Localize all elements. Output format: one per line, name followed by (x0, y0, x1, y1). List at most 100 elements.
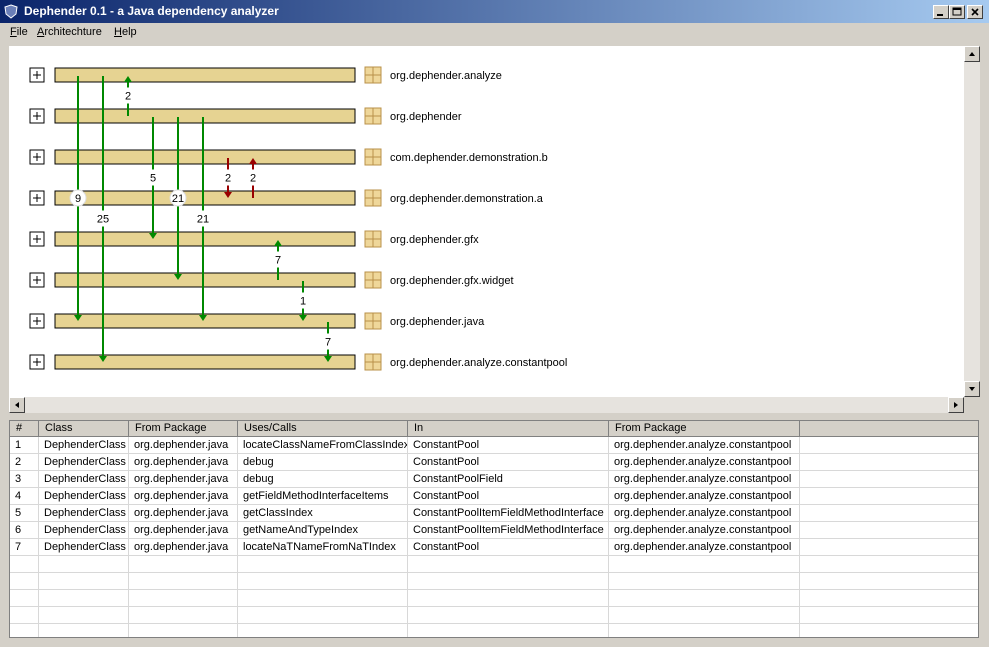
dependency-details-table: # Class From Package Uses/Calls In From … (9, 420, 979, 638)
package-label[interactable]: org.dephender.gfx.widget (390, 275, 514, 287)
class-cell: DephenderClass (39, 505, 129, 522)
target-package-cell: org.dephender.analyze.constantpool (609, 522, 800, 539)
class-cell (39, 590, 129, 607)
row-number-cell (10, 573, 39, 590)
class-cell: DephenderClass (39, 471, 129, 488)
title-bar[interactable]: Dephender 0.1 - a Java dependency analyz… (0, 0, 989, 23)
row-number-cell: 6 (10, 522, 39, 539)
dependency-count-label: 2 (225, 173, 231, 185)
in-cell: ConstantPool (408, 488, 609, 505)
package-label[interactable]: org.dephender.gfx (390, 234, 479, 246)
column-header-in[interactable]: In (408, 421, 609, 437)
class-cell: DephenderClass (39, 522, 129, 539)
target-package-cell: org.dephender.analyze.constantpool (609, 488, 800, 505)
uses-calls-cell: debug (238, 454, 408, 471)
class-cell (39, 607, 129, 624)
filler-cell (800, 471, 978, 488)
arrow-down-icon (969, 387, 975, 391)
in-cell (408, 624, 609, 637)
package-bar[interactable] (54, 149, 356, 165)
package-label[interactable]: org.dephender.analyze (390, 70, 502, 82)
minimize-button[interactable] (933, 5, 949, 19)
in-cell: ConstantPool (408, 539, 609, 556)
table-row[interactable]: 4 DephenderClass org.dephender.java getFiel… (10, 488, 978, 505)
row-number-cell (10, 556, 39, 573)
uses-calls-cell (238, 573, 408, 590)
filler-cell (800, 505, 978, 522)
target-package-cell: org.dephender.analyze.constantpool (609, 539, 800, 556)
uses-calls-cell: locateClassNameFromClassIndex (238, 437, 408, 454)
package-label[interactable]: org.dephender.analyze.constantpool (390, 357, 567, 369)
filler-cell (800, 607, 978, 624)
target-package-cell: org.dephender.analyze.constantpool (609, 505, 800, 522)
table-row[interactable]: 7 DephenderClass org.dephender.java locateN… (10, 539, 978, 556)
uses-calls-cell: debug (238, 471, 408, 488)
table-row[interactable]: 6 DephenderClass org.dephender.java getName… (10, 522, 978, 539)
package-bar[interactable] (54, 272, 356, 288)
filler-cell (800, 488, 978, 505)
row-number-cell: 5 (10, 505, 39, 522)
package-label[interactable]: org.dephender.java (390, 316, 485, 328)
from-package-cell: org.dephender.java (129, 522, 238, 539)
target-package-cell (609, 590, 800, 607)
package-bar[interactable] (54, 67, 356, 83)
column-header-uses-calls[interactable]: Uses/Calls (238, 421, 408, 437)
package-label[interactable]: com.dephender.demonstration.b (390, 152, 548, 164)
scroll-left-button[interactable] (9, 397, 25, 413)
target-package-cell (609, 607, 800, 624)
table-row[interactable]: 2 DephenderClass org.dephender.java debug Co… (10, 454, 978, 471)
filler-cell (800, 454, 978, 471)
from-package-cell (129, 624, 238, 637)
uses-calls-cell (238, 556, 408, 573)
column-header-target-package[interactable]: From Package (609, 421, 800, 437)
graph-horizontal-scrollbar[interactable] (9, 397, 964, 413)
dependency-graph: org.dephender.analyze org.dephender com.de… (9, 46, 964, 397)
column-header-class[interactable]: Class (39, 421, 129, 437)
package-bar[interactable] (54, 231, 356, 247)
uses-calls-cell: getClassIndex (238, 505, 408, 522)
table-row[interactable]: 1 DephenderClass org.dephender.java locateC… (10, 437, 978, 454)
target-package-cell (609, 556, 800, 573)
package-label[interactable]: org.dephender (390, 111, 462, 123)
row-number-cell: 1 (10, 437, 39, 454)
target-package-cell: org.dephender.analyze.constantpool (609, 437, 800, 454)
table-row[interactable]: 5 DephenderClass org.dephender.java getClas… (10, 505, 978, 522)
from-package-cell (129, 556, 238, 573)
class-cell: DephenderClass (39, 539, 129, 556)
from-package-cell: org.dephender.java (129, 454, 238, 471)
package-bar[interactable] (54, 190, 356, 206)
menu-architechture[interactable]: Architechture (37, 26, 102, 38)
menu-help[interactable]: Help (114, 26, 137, 38)
in-cell (408, 556, 609, 573)
dependency-count-label: 2 (125, 91, 131, 103)
dependency-count-label: 7 (275, 255, 281, 267)
package-bar[interactable] (54, 108, 356, 124)
target-package-cell (609, 573, 800, 590)
dependency-graph-canvas: org.dephender.analyze org.dephender com.de… (29, 66, 567, 371)
graph-vertical-scrollbar[interactable] (964, 46, 980, 397)
scroll-down-button[interactable] (964, 381, 980, 397)
from-package-cell (129, 590, 238, 607)
maximize-icon (952, 7, 962, 16)
close-button[interactable] (967, 5, 983, 19)
maximize-button[interactable] (949, 5, 965, 19)
target-package-cell (609, 624, 800, 637)
class-cell: DephenderClass (39, 488, 129, 505)
package-label[interactable]: org.dephender.demonstration.a (390, 193, 544, 205)
table-row[interactable]: 3 DephenderClass org.dephender.java debug Co… (10, 471, 978, 488)
class-cell (39, 556, 129, 573)
menu-file[interactable]: File (10, 26, 28, 38)
from-package-cell (129, 607, 238, 624)
uses-calls-cell: getFieldMethodInterfaceItems (238, 488, 408, 505)
empty-table-row (10, 607, 978, 624)
row-number-cell (10, 624, 39, 637)
scroll-right-button[interactable] (948, 397, 964, 413)
window-title: Dephender 0.1 - a Java dependency analyz… (24, 4, 279, 18)
column-header-number[interactable]: # (10, 421, 39, 437)
dependency-count-label: 21 (172, 193, 184, 205)
empty-table-row (10, 573, 978, 590)
column-header-from-package[interactable]: From Package (129, 421, 238, 437)
in-cell (408, 607, 609, 624)
scroll-up-button[interactable] (964, 46, 980, 62)
column-header-filler (800, 421, 978, 437)
